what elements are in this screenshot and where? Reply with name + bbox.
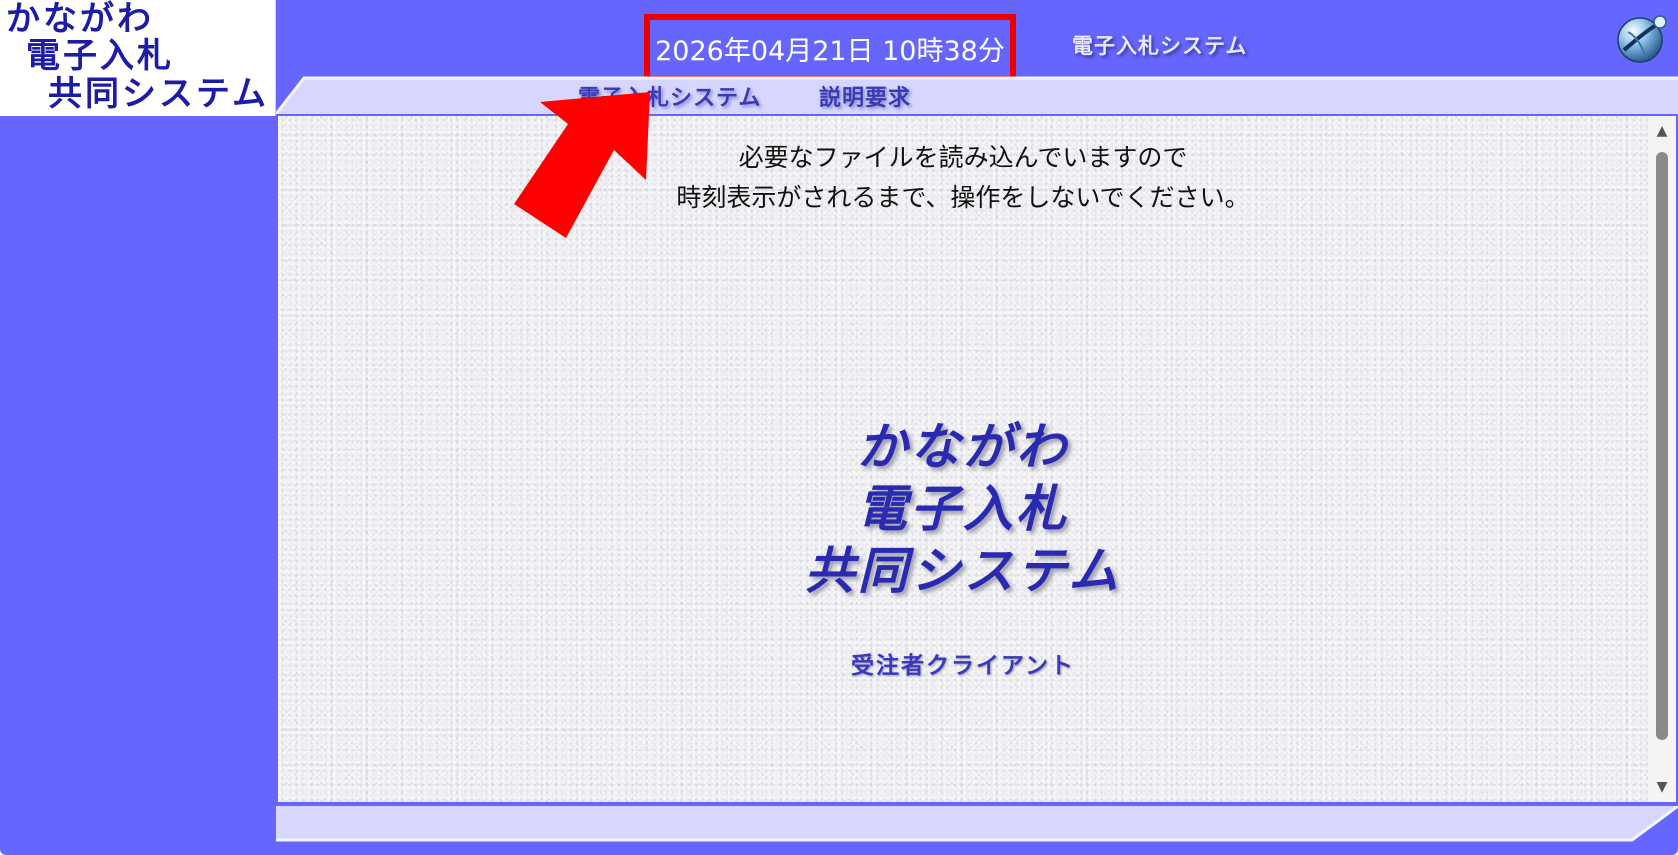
tab-bar: 電子入札システム 説明要求: [276, 74, 1678, 114]
header-title: 電子入札システム: [1072, 34, 1248, 58]
main-content: 必要なファイルを読み込んでいますので 時刻表示がされるまで、操作をしないでくださ…: [278, 116, 1648, 802]
logo-line-2: 電子入札: [26, 36, 174, 76]
loading-message-line-2: 時刻表示がされるまで、操作をしないでください。: [676, 183, 1250, 212]
logo-line-1: かながわ: [6, 0, 154, 39]
scroll-up-arrow-icon[interactable]: ▲: [1648, 120, 1676, 142]
vertical-scrollbar[interactable]: ▲ ▼: [1648, 116, 1676, 802]
scroll-down-arrow-icon[interactable]: ▼: [1648, 776, 1676, 798]
splash-line-1: かながわ: [857, 418, 1069, 476]
globe-icon[interactable]: [1614, 12, 1668, 66]
splash-title: かながわ 電子入札 共同システム: [278, 416, 1648, 602]
logo: かながわ 電子入札 共同システム: [0, 0, 276, 116]
footer-bar: [276, 806, 1678, 844]
loading-message: 必要なファイルを読み込んでいますので 時刻表示がされるまで、操作をしないでくださ…: [278, 138, 1648, 218]
red-arrow-annotation: [500, 84, 660, 244]
tab-setsumei-yokyu[interactable]: 説明要求: [819, 80, 911, 112]
loading-message-line-1: 必要なファイルを読み込んでいますので: [738, 143, 1188, 172]
splash-line-3: 共同システム: [804, 542, 1122, 600]
datetime-display: 2026年04月21日 10時38分: [644, 14, 1016, 82]
client-label: 受注者クライアント: [850, 653, 1076, 679]
scroll-thumb[interactable]: [1656, 152, 1668, 740]
app-window: かながわ 電子入札 共同システム 2026年04月21日 10時38分 電子入札…: [0, 0, 1678, 855]
splash-line-2: 電子入札: [857, 480, 1069, 538]
logo-line-3: 共同システム: [48, 74, 269, 114]
